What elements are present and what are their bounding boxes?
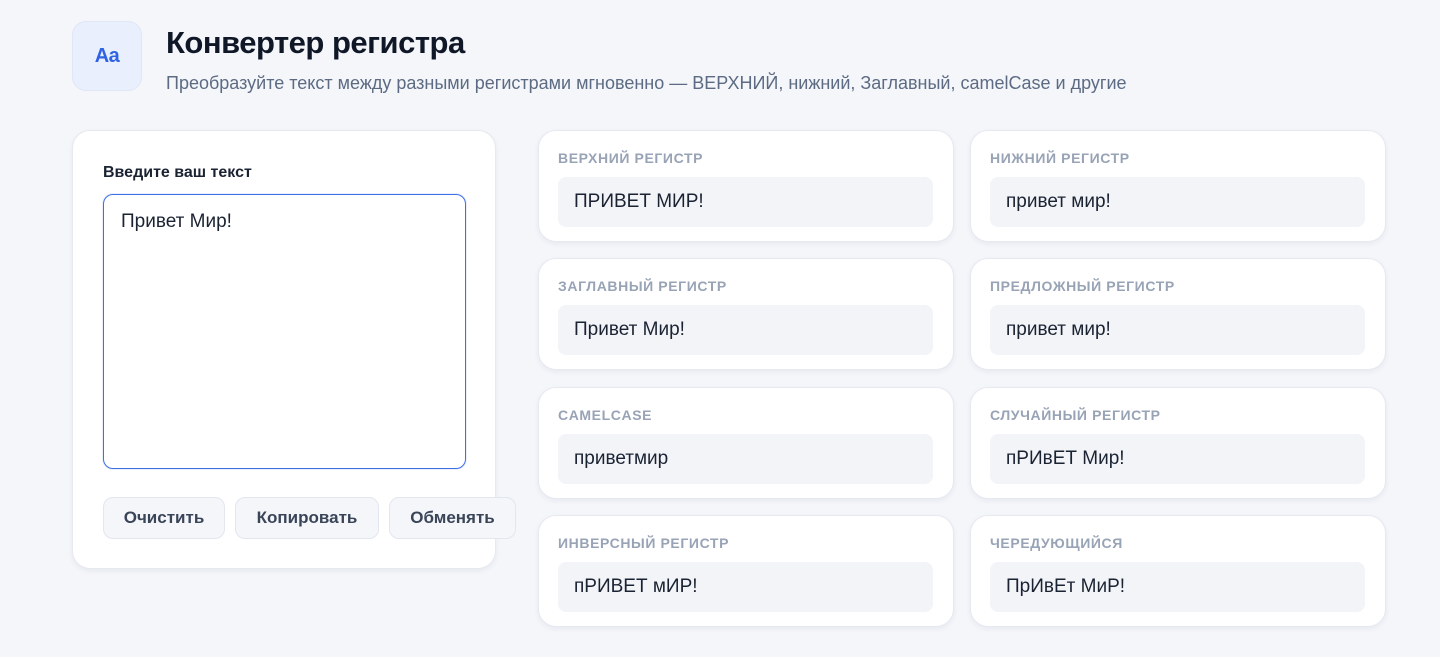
output-label: CAMELCASE [558,407,653,423]
input-card: Введите ваш текст Привет Мир! Очистить К… [72,130,516,569]
output-card-alternating: ЧЕРЕДУЮЩИЙСЯ ПрИвЕт МиР! [970,515,1386,627]
logo-icon: Aa [72,21,142,91]
output-card-camelcase: CAMELCASE приветмир [538,387,954,499]
output-label: ЧЕРЕДУЮЩИЙСЯ [990,535,1123,551]
output-card-lower: НИЖНИЙ РЕГИСТР привет мир! [970,130,1386,242]
output-value[interactable]: ПРИВЕТ МИР! [558,177,933,227]
output-value[interactable]: ПрИвЕт МиР! [990,562,1365,612]
output-label: ИНВЕРСНЫЙ РЕГИСТР [558,535,730,551]
header-titles: Конвертер регистра Преобразуйте текст ме… [166,24,1127,94]
output-label: ПРЕДЛОЖНЫЙ РЕГИСТР [990,278,1175,294]
page-subtitle: Преобразуйте текст между разными регистр… [166,73,1127,93]
output-label: ЗАГЛАВНЫЙ РЕГИСТР [558,278,727,294]
output-value[interactable]: приветмир [558,434,933,484]
output-value[interactable]: пРИвЕТ Мир! [990,434,1365,484]
output-label: ВЕРХНИЙ РЕГИСТР [558,150,704,166]
output-value[interactable]: привет мир! [990,177,1365,227]
clear-button[interactable]: Очистить [103,497,225,539]
copy-button[interactable]: Копировать [235,497,379,539]
output-label: НИЖНИЙ РЕГИСТР [990,150,1130,166]
output-card-random: СЛУЧАЙНЫЙ РЕГИСТР пРИвЕТ Мир! [970,387,1386,499]
output-card-sentence: ПРЕДЛОЖНЫЙ РЕГИСТР привет мир! [970,258,1386,370]
output-value[interactable]: Привет Мир! [558,305,933,355]
page-header: Aa Конвертер регистра Преобразуйте текст… [72,21,1127,94]
page-title: Конвертер регистра [166,25,465,60]
swap-button[interactable]: Обменять [389,497,516,539]
output-card-inverse: ИНВЕРСНЫЙ РЕГИСТР пРИВЕТ мИР! [538,515,954,627]
input-label: Введите ваш текст [103,164,252,181]
output-label: СЛУЧАЙНЫЙ РЕГИСТР [990,407,1161,423]
output-card-upper: ВЕРХНИЙ РЕГИСТР ПРИВЕТ МИР! [538,130,954,242]
text-input[interactable]: Привет Мир! [103,194,466,469]
output-card-title: ЗАГЛАВНЫЙ РЕГИСТР Привет Мир! [538,258,954,370]
output-value[interactable]: привет мир! [990,305,1365,355]
output-value[interactable]: пРИВЕТ мИР! [558,562,933,612]
